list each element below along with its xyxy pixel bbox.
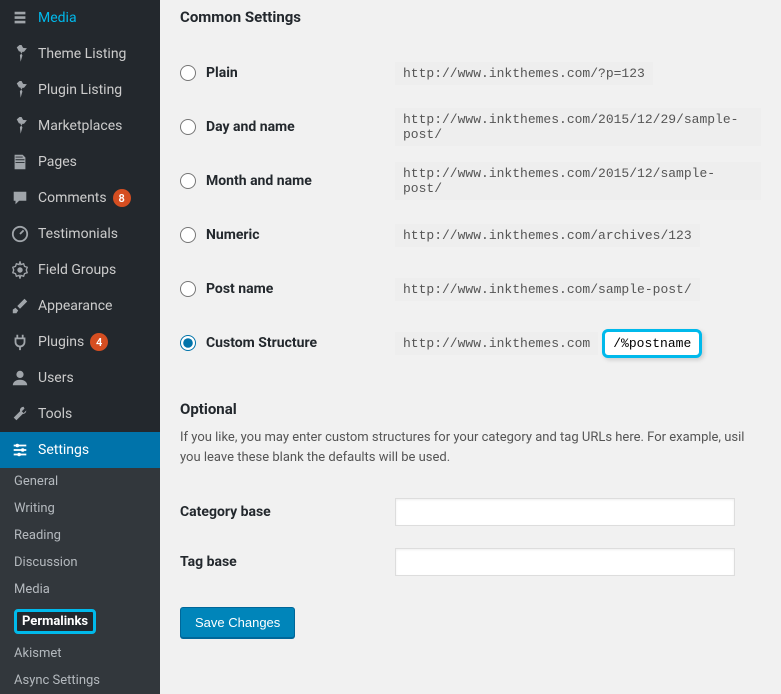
sidebar-item-plugins[interactable]: Plugins 4	[0, 324, 160, 360]
radio-numeric[interactable]	[180, 227, 196, 243]
sidebar-item-users[interactable]: Users	[0, 360, 160, 396]
category-base-row: Category base	[180, 487, 761, 537]
option-label: Numeric	[206, 227, 260, 243]
submenu-permalinks[interactable]: Permalinks	[0, 603, 160, 640]
permalink-option-custom: Custom Structure http://www.inkthemes.co…	[180, 316, 761, 370]
wrench-icon	[10, 404, 30, 424]
admin-sidebar: Media Theme Listing Plugin Listing Marke…	[0, 0, 160, 679]
sidebar-item-label: Comments	[38, 190, 107, 206]
pin-icon	[10, 80, 30, 100]
sidebar-item-label: Media	[38, 10, 77, 26]
custom-structure-input[interactable]	[602, 329, 702, 358]
sidebar-item-label: Users	[38, 370, 74, 386]
permalink-option-plain: Plain http://www.inkthemes.com/?p=123	[180, 46, 761, 100]
tag-base-label: Tag base	[180, 554, 395, 570]
sidebar-item-media[interactable]: Media	[0, 0, 160, 36]
option-label: Custom Structure	[206, 335, 317, 351]
sidebar-item-label: Tools	[38, 406, 72, 422]
option-label: Month and name	[206, 173, 312, 189]
submenu-writing[interactable]: Writing	[0, 495, 160, 522]
comments-badge: 8	[113, 189, 131, 207]
sidebar-item-settings[interactable]: Settings	[0, 432, 160, 468]
sidebar-item-plugin-listing[interactable]: Plugin Listing	[0, 72, 160, 108]
category-base-label: Category base	[180, 504, 395, 520]
option-label: Day and name	[206, 119, 295, 135]
option-label: Post name	[206, 281, 273, 297]
sidebar-item-label: Testimonials	[38, 226, 118, 242]
user-icon	[10, 368, 30, 388]
sidebar-item-tools[interactable]: Tools	[0, 396, 160, 432]
comment-icon	[10, 188, 30, 208]
tag-base-row: Tag base	[180, 537, 761, 587]
submenu-general[interactable]: General	[0, 468, 160, 495]
submenu-async-settings[interactable]: Async Settings	[0, 667, 160, 694]
url-example: http://www.inkthemes.com/archives/123	[395, 224, 700, 247]
dashboard-icon	[10, 224, 30, 244]
sidebar-item-label: Pages	[38, 154, 77, 170]
submenu-akismet[interactable]: Akismet	[0, 640, 160, 667]
option-label: Plain	[206, 65, 238, 81]
sidebar-item-theme-listing[interactable]: Theme Listing	[0, 36, 160, 72]
settings-submenu: General Writing Reading Discussion Media…	[0, 468, 160, 694]
content-area: Common Settings Plain http://www.inkthem…	[160, 0, 781, 679]
sidebar-item-label: Theme Listing	[38, 46, 126, 62]
sidebar-item-label: Field Groups	[38, 262, 116, 278]
page-icon	[10, 152, 30, 172]
url-example: http://www.inkthemes.com/?p=123	[395, 62, 653, 85]
permalink-option-numeric: Numeric http://www.inkthemes.com/archive…	[180, 208, 761, 262]
sidebar-item-label: Marketplaces	[38, 118, 122, 134]
radio-month-name[interactable]	[180, 173, 196, 189]
submenu-media[interactable]: Media	[0, 576, 160, 603]
heading-common-settings: Common Settings	[180, 8, 761, 26]
permalink-option-month-name: Month and name http://www.inkthemes.com/…	[180, 154, 761, 208]
brush-icon	[10, 296, 30, 316]
radio-plain[interactable]	[180, 65, 196, 81]
category-base-input[interactable]	[395, 498, 735, 526]
gear-icon	[10, 260, 30, 280]
pin-icon	[10, 44, 30, 64]
url-example: http://www.inkthemes.com/2015/12/sample-…	[395, 162, 761, 200]
sidebar-item-pages[interactable]: Pages	[0, 144, 160, 180]
sidebar-item-label: Plugins	[38, 334, 84, 350]
permalink-option-post-name: Post name http://www.inkthemes.com/sampl…	[180, 262, 761, 316]
custom-url-prefix: http://www.inkthemes.com	[395, 332, 598, 355]
url-example: http://www.inkthemes.com/2015/12/29/samp…	[395, 108, 761, 146]
sidebar-item-label: Plugin Listing	[38, 82, 122, 98]
pin-icon	[10, 116, 30, 136]
tag-base-input[interactable]	[395, 548, 735, 576]
radio-day-name[interactable]	[180, 119, 196, 135]
optional-description: If you like, you may enter custom struct…	[180, 428, 761, 467]
sidebar-item-marketplaces[interactable]: Marketplaces	[0, 108, 160, 144]
url-example: http://www.inkthemes.com/sample-post/	[395, 278, 700, 301]
sidebar-item-comments[interactable]: Comments 8	[0, 180, 160, 216]
submenu-reading[interactable]: Reading	[0, 522, 160, 549]
plugins-badge: 4	[90, 333, 108, 351]
sidebar-item-appearance[interactable]: Appearance	[0, 288, 160, 324]
sidebar-item-label: Appearance	[38, 298, 112, 314]
sidebar-item-field-groups[interactable]: Field Groups	[0, 252, 160, 288]
heading-optional: Optional	[180, 400, 761, 418]
radio-post-name[interactable]	[180, 281, 196, 297]
sliders-icon	[10, 440, 30, 460]
media-icon	[10, 8, 30, 28]
plug-icon	[10, 332, 30, 352]
radio-custom[interactable]	[180, 335, 196, 351]
permalink-option-day-name: Day and name http://www.inkthemes.com/20…	[180, 100, 761, 154]
sidebar-item-testimonials[interactable]: Testimonials	[0, 216, 160, 252]
sidebar-item-label: Settings	[38, 442, 89, 458]
save-changes-button[interactable]: Save Changes	[180, 607, 295, 638]
submenu-discussion[interactable]: Discussion	[0, 549, 160, 576]
